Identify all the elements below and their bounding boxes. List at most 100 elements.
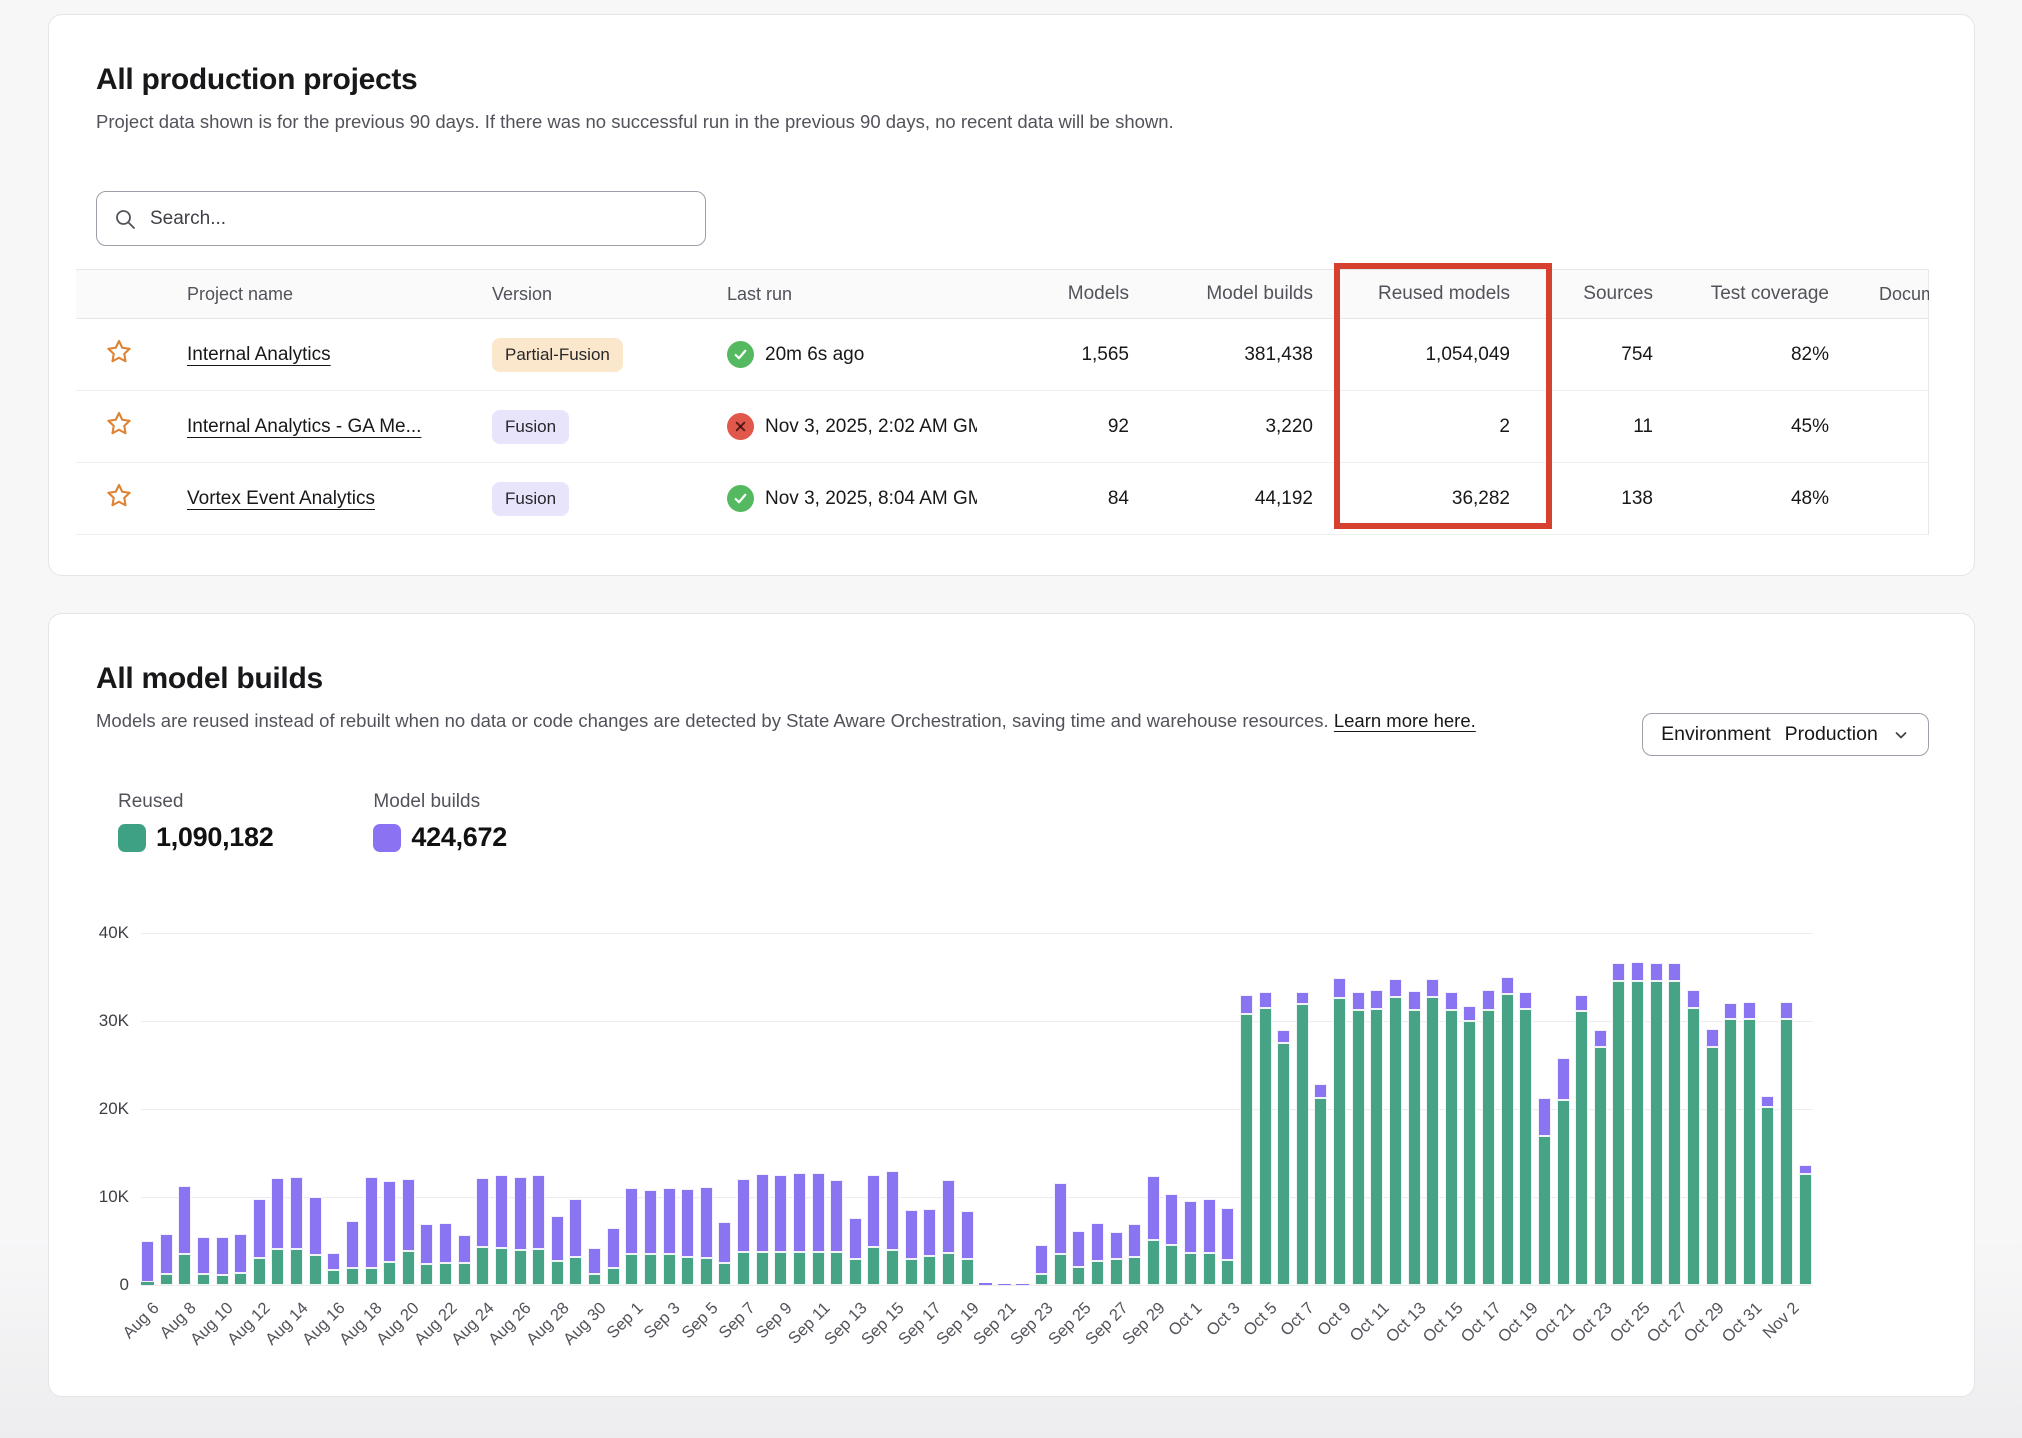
stacked-bar[interactable] — [1668, 963, 1681, 1285]
favorite-star-icon[interactable] — [76, 337, 161, 372]
stacked-bar[interactable] — [253, 1199, 266, 1285]
stacked-bar[interactable] — [532, 1175, 545, 1285]
stacked-bar[interactable] — [551, 1216, 564, 1285]
stacked-bar[interactable] — [588, 1248, 601, 1285]
stacked-bar[interactable] — [718, 1222, 731, 1285]
stacked-bar[interactable] — [458, 1235, 471, 1285]
stacked-bar[interactable] — [737, 1179, 750, 1285]
stacked-bar[interactable] — [1221, 1208, 1234, 1285]
stacked-bar[interactable] — [1035, 1245, 1048, 1285]
column-sources[interactable]: Sources — [1525, 283, 1668, 305]
stacked-bar[interactable] — [756, 1174, 769, 1285]
stacked-bar[interactable] — [365, 1177, 378, 1285]
stacked-bar[interactable] — [1184, 1201, 1197, 1285]
stacked-bar[interactable] — [1687, 990, 1700, 1285]
stacked-bar[interactable] — [1799, 1165, 1812, 1285]
stacked-bar[interactable] — [867, 1175, 880, 1285]
stacked-bar[interactable] — [1110, 1232, 1123, 1285]
stacked-bar[interactable] — [1501, 977, 1514, 1285]
stacked-bar[interactable] — [979, 1283, 992, 1285]
stacked-bar[interactable] — [216, 1237, 229, 1285]
stacked-bar[interactable] — [1594, 1030, 1607, 1285]
stacked-bar[interactable] — [271, 1178, 284, 1285]
stacked-bar[interactable] — [476, 1178, 489, 1285]
stacked-bar[interactable] — [849, 1218, 862, 1285]
stacked-bar[interactable] — [1612, 963, 1625, 1285]
stacked-bar[interactable] — [830, 1180, 843, 1285]
stacked-bar[interactable] — [886, 1171, 899, 1285]
stacked-bar[interactable] — [197, 1237, 210, 1285]
stacked-bar[interactable] — [1389, 979, 1402, 1285]
stacked-bar[interactable] — [923, 1209, 936, 1285]
stacked-bar[interactable] — [1240, 995, 1253, 1285]
stacked-bar[interactable] — [644, 1190, 657, 1285]
stacked-bar[interactable] — [1743, 1002, 1756, 1285]
stacked-bar[interactable] — [1072, 1231, 1085, 1285]
stacked-bar[interactable] — [774, 1175, 787, 1285]
stacked-bar[interactable] — [1445, 992, 1458, 1285]
stacked-bar[interactable] — [346, 1221, 359, 1285]
column-documentation[interactable]: Docum — [1853, 284, 1929, 305]
stacked-bar[interactable] — [607, 1228, 620, 1285]
stacked-bar[interactable] — [1761, 1096, 1774, 1285]
stacked-bar[interactable] — [905, 1210, 918, 1285]
stacked-bar[interactable] — [625, 1188, 638, 1285]
stacked-bar[interactable] — [1724, 1003, 1737, 1285]
stacked-bar[interactable] — [793, 1173, 806, 1285]
stacked-bar[interactable] — [290, 1177, 303, 1285]
stacked-bar[interactable] — [1296, 992, 1309, 1285]
stacked-bar[interactable] — [1016, 1284, 1029, 1285]
stacked-bar[interactable] — [1408, 991, 1421, 1285]
stacked-bar[interactable] — [1706, 1029, 1719, 1285]
stacked-bar[interactable] — [942, 1180, 955, 1285]
stacked-bar[interactable] — [1165, 1194, 1178, 1285]
column-version[interactable]: Version — [466, 284, 701, 305]
project-name-link[interactable]: Vortex Event Analytics — [187, 488, 375, 509]
stacked-bar[interactable] — [1426, 979, 1439, 1285]
stacked-bar[interactable] — [1091, 1223, 1104, 1285]
favorite-star-icon[interactable] — [76, 481, 161, 516]
stacked-bar[interactable] — [1054, 1183, 1067, 1285]
stacked-bar[interactable] — [1538, 1098, 1551, 1285]
column-last-run[interactable]: Last run — [701, 284, 1001, 305]
environment-select[interactable]: Environment Production — [1642, 713, 1929, 756]
stacked-bar[interactable] — [1519, 992, 1532, 1285]
project-name-link[interactable]: Internal Analytics - GA Me... — [187, 416, 421, 437]
stacked-bar[interactable] — [569, 1199, 582, 1285]
stacked-bar[interactable] — [1314, 1084, 1327, 1285]
stacked-bar[interactable] — [812, 1173, 825, 1285]
stacked-bar[interactable] — [663, 1188, 676, 1285]
stacked-bar[interactable] — [327, 1253, 340, 1285]
stacked-bar[interactable] — [700, 1187, 713, 1285]
column-model-builds[interactable]: Model builds — [1144, 283, 1328, 305]
stacked-bar[interactable] — [1370, 990, 1383, 1285]
stacked-bar[interactable] — [309, 1197, 322, 1285]
stacked-bar[interactable] — [514, 1177, 527, 1285]
search-input[interactable] — [150, 208, 689, 230]
stacked-bar[interactable] — [1482, 990, 1495, 1285]
stacked-bar[interactable] — [1463, 1006, 1476, 1285]
stacked-bar[interactable] — [1352, 992, 1365, 1285]
favorite-star-icon[interactable] — [76, 409, 161, 444]
stacked-bar[interactable] — [178, 1186, 191, 1285]
project-name-link[interactable]: Internal Analytics — [187, 344, 331, 365]
stacked-bar[interactable] — [402, 1179, 415, 1285]
stacked-bar[interactable] — [1259, 992, 1272, 1285]
stacked-bar[interactable] — [383, 1181, 396, 1285]
stacked-bar[interactable] — [1575, 995, 1588, 1285]
stacked-bar[interactable] — [160, 1234, 173, 1285]
stacked-bar[interactable] — [1650, 963, 1663, 1285]
stacked-bar[interactable] — [1203, 1199, 1216, 1285]
stacked-bar[interactable] — [681, 1189, 694, 1285]
stacked-bar[interactable] — [1631, 962, 1644, 1285]
stacked-bar[interactable] — [141, 1241, 154, 1285]
column-project-name[interactable]: Project name — [161, 284, 466, 305]
stacked-bar[interactable] — [439, 1223, 452, 1285]
learn-more-link[interactable]: Learn more here. — [1334, 710, 1476, 731]
stacked-bar[interactable] — [234, 1234, 247, 1285]
stacked-bar[interactable] — [961, 1211, 974, 1285]
stacked-bar[interactable] — [495, 1175, 508, 1285]
stacked-bar[interactable] — [1147, 1176, 1160, 1285]
column-reused-models[interactable]: Reused models — [1328, 283, 1525, 305]
column-models[interactable]: Models — [1001, 283, 1144, 305]
